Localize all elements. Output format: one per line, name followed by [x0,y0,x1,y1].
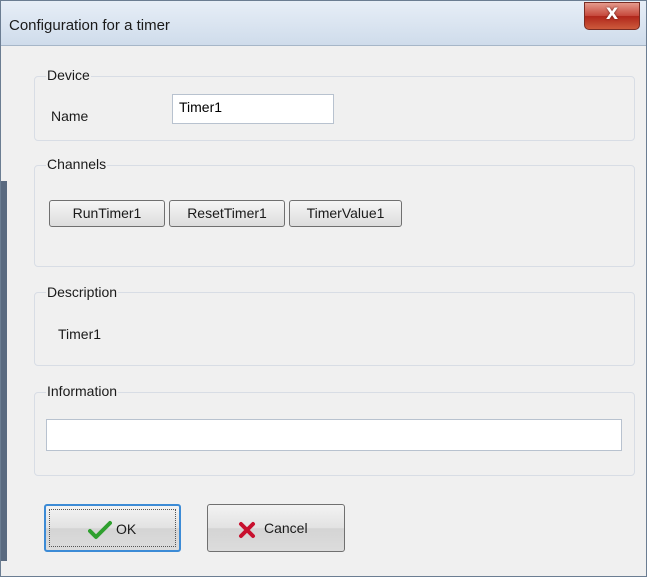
name-field[interactable]: Timer1 [172,94,334,124]
channel-button-timervalue1[interactable]: TimerValue1 [289,200,402,227]
ok-label: OK [116,521,137,537]
description-text: Timer1 [58,326,102,342]
information-legend: Information [46,383,119,399]
channels-legend: Channels [46,156,108,172]
device-group [34,76,635,141]
information-field[interactable] [46,419,622,451]
close-icon: X [605,4,619,23]
name-label: Name [51,108,89,124]
window-left-edge [1,181,7,561]
device-legend: Device [46,67,91,83]
ok-button[interactable]: OK [44,504,181,552]
ok-focus-rect [49,509,176,547]
red-x-icon [239,522,255,538]
dialog-window: Configuration for a timer X Device Name … [0,0,647,577]
channel-button-resettimer1[interactable]: ResetTimer1 [169,200,285,227]
cancel-label: Cancel [264,520,308,536]
channel-button-runtimer1[interactable]: RunTimer1 [49,200,165,227]
description-legend: Description [46,284,119,300]
title-bar[interactable]: Configuration for a timer X [1,1,646,46]
green-checkmark-icon [88,521,112,539]
description-group [34,292,635,366]
window-title: Configuration for a timer [9,17,170,34]
cancel-button[interactable]: Cancel [207,504,345,552]
close-button[interactable]: X [584,2,640,30]
